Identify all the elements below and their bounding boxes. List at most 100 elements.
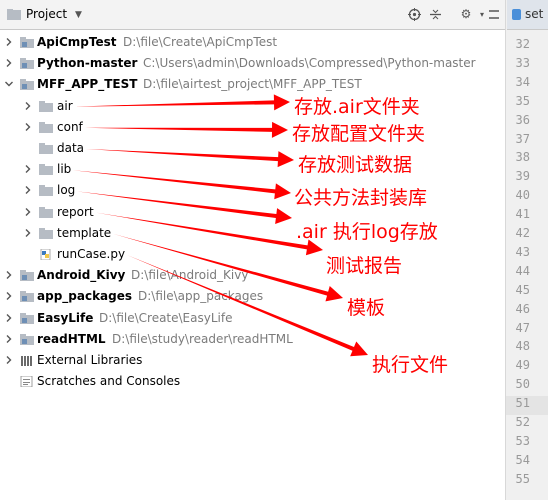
tree-item[interactable]: air <box>0 97 505 117</box>
tree-item-label: ApiCmpTest <box>37 35 117 49</box>
folder-icon <box>39 164 53 176</box>
library-icon <box>21 356 32 366</box>
annotation-label: 执行文件 <box>372 354 449 376</box>
tree-item[interactable]: runCase.py <box>0 245 505 265</box>
hide-icon[interactable] <box>486 6 502 22</box>
python-file-icon <box>512 9 521 20</box>
line-number: 37 <box>515 131 530 146</box>
line-number: 51 <box>515 396 530 411</box>
line-number: 41 <box>515 207 530 222</box>
line-number: 39 <box>515 169 530 184</box>
tree-item-path: D:\file\Create\ApiCmpTest <box>123 35 278 49</box>
annotation-label: 存放配置文件夹 <box>292 123 426 145</box>
folder-icon <box>39 100 53 112</box>
chevron-right-icon[interactable] <box>23 164 33 174</box>
editor-tab[interactable]: set <box>507 0 548 30</box>
folder-icon <box>39 121 53 133</box>
line-number: 34 <box>515 74 530 89</box>
folder-icon <box>20 270 34 282</box>
chevron-down-icon[interactable] <box>4 79 14 89</box>
chevron-right-icon[interactable] <box>23 101 33 111</box>
line-number: 40 <box>515 188 530 203</box>
tree-item[interactable]: EasyLife D:\file\Create\EasyLife <box>0 309 505 329</box>
line-number: 49 <box>515 358 530 373</box>
tree-item-label: log <box>57 183 76 198</box>
tree-item[interactable]: Python-master C:\Users\admin\Downloads\Co… <box>0 54 505 74</box>
gear-icon[interactable]: ⚙ <box>458 6 474 22</box>
chevron-right-icon[interactable] <box>4 270 14 280</box>
project-tree[interactable]: ApiCmpTest D:\file\Create\ApiCmpTest Pytho… <box>0 30 505 500</box>
line-number: 47 <box>515 320 530 335</box>
tree-item-path: D:\file\Android_Kivy <box>131 268 249 283</box>
target-icon[interactable] <box>406 6 422 22</box>
folder-icon <box>39 143 53 154</box>
annotation-label: 存放测试数据 <box>298 154 413 176</box>
folder-icon <box>39 227 53 239</box>
line-number: 36 <box>515 112 530 127</box>
chevron-right-icon[interactable] <box>4 58 14 68</box>
folder-icon <box>20 312 34 324</box>
collapse-icon[interactable] <box>427 6 443 22</box>
tree-item[interactable]: Android_Kivy D:\file\Android_Kivy <box>0 266 505 286</box>
python-file-icon <box>40 249 51 260</box>
tree-item-label: MFF_APP_TEST <box>37 77 138 92</box>
chevron-right-icon[interactable] <box>23 122 33 132</box>
tree-item[interactable]: conf <box>0 118 505 138</box>
chevron-right-icon[interactable] <box>4 355 14 365</box>
tree-item[interactable]: readHTML D:\file\study\reader\readHTML <box>0 330 505 350</box>
annotation-label: 存放.air文件夹 <box>294 96 420 118</box>
tree-item-label: External Libraries <box>37 353 143 367</box>
chevron-down-icon[interactable]: ▼ <box>75 10 82 20</box>
tree-item-label: readHTML <box>37 331 106 346</box>
tree-item[interactable]: app_packages D:\file\app_packages <box>0 287 505 307</box>
editor-tab-label: set <box>525 7 544 21</box>
tree-item[interactable]: data <box>0 139 505 159</box>
tree-item-label: report <box>57 204 94 219</box>
folder-icon <box>20 333 34 345</box>
annotation-label: .air 执行log存放 <box>296 221 438 243</box>
chevron-right-icon[interactable] <box>4 334 14 344</box>
project-view-icon <box>7 9 21 20</box>
line-number: 46 <box>515 301 530 316</box>
line-number: 32 <box>515 37 530 51</box>
tree-item[interactable]: log <box>0 181 505 201</box>
chevron-right-icon[interactable] <box>4 313 14 323</box>
folder-icon <box>20 291 34 303</box>
chevron-right-icon[interactable] <box>4 37 14 47</box>
annotation-label: 公共方法封装库 <box>294 187 428 209</box>
tree-item[interactable]: lib <box>0 160 505 180</box>
project-toolbar: Project ▼ ⚙ ▾ <box>0 0 505 30</box>
project-view-title[interactable]: Project <box>26 7 67 21</box>
chevron-right-icon[interactable] <box>23 228 33 238</box>
tree-item-path: D:\file\app_packages <box>138 289 264 304</box>
annotation-label: 测试报告 <box>326 255 403 277</box>
tree-item-label: app_packages <box>37 289 133 304</box>
line-number: 44 <box>515 263 530 278</box>
tree-item[interactable]: MFF_APP_TEST D:\file\airtest_project\MFF_… <box>0 75 505 95</box>
line-number: 48 <box>515 339 530 354</box>
tree-item-label: air <box>57 98 73 113</box>
tree-item-label: conf <box>57 119 83 134</box>
line-number: 33 <box>515 55 530 70</box>
chevron-right-icon[interactable] <box>23 185 33 195</box>
line-number: 42 <box>515 226 530 240</box>
tree-item-label: Scratches and Consoles <box>37 374 181 389</box>
folder-icon <box>20 37 34 48</box>
tree-item-label: template <box>57 225 112 240</box>
tree-item[interactable]: ApiCmpTest D:\file\Create\ApiCmpTest <box>0 33 505 53</box>
line-number: 45 <box>515 282 530 297</box>
folder-icon <box>20 58 34 70</box>
scratches-icon <box>20 376 33 388</box>
tree-item-label: EasyLife <box>37 310 94 325</box>
line-number: 38 <box>515 150 530 165</box>
line-number: 52 <box>515 415 530 429</box>
tree-item-path: D:\file\airtest_project\MFF_APP_TEST <box>143 77 362 92</box>
chevron-right-icon[interactable] <box>4 291 14 301</box>
line-number: 43 <box>515 244 530 259</box>
tree-item-label: Android_Kivy <box>37 268 126 283</box>
tree-item-label: runCase.py <box>57 247 126 261</box>
folder-icon <box>39 185 53 197</box>
folder-icon <box>20 79 34 91</box>
tree-item-path: C:\Users\admin\Downloads\Compressed\Pyth… <box>143 56 476 71</box>
chevron-right-icon[interactable] <box>23 207 33 217</box>
